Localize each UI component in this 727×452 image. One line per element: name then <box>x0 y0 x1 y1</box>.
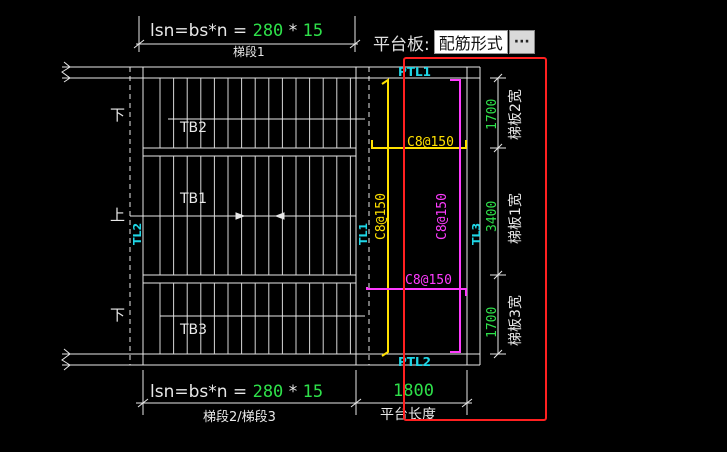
more-options-button[interactable]: ··· <box>508 30 535 54</box>
dim-caption-middle: 梯板1宽 <box>507 193 524 244</box>
top-flight-caption: 梯段1 <box>233 44 265 59</box>
flight-label-tb1: TB1 <box>179 191 207 207</box>
direction-down-bottom: 下 <box>110 306 125 324</box>
direction-up: 上 <box>110 206 125 224</box>
platform-length-value: 1800 <box>393 381 434 401</box>
reinforcement-type-field[interactable]: 配筋形式 <box>433 30 508 54</box>
bottom-formula-text: lsn=bs*n = 280 * 15 <box>150 382 323 402</box>
beam-label-tl2: TL2 <box>131 223 144 245</box>
arrow-right-icon <box>235 212 246 220</box>
top-formula-text: lsn=bs*n = 280 * 15 <box>150 21 323 41</box>
rebar-label-top: C8@150 <box>407 135 454 150</box>
arrow-left-icon <box>274 212 285 220</box>
stair-plan-drawing: lsn=bs*n = 280 * 15 梯段1 下 上 下 TB2 TB1 TB… <box>61 16 547 425</box>
dim-caption-top: 梯板2宽 <box>507 89 524 140</box>
platform-slab-label: 平台板: <box>373 34 430 55</box>
dim-value-top: 1700 <box>485 99 500 130</box>
bottom-flight-caption: 梯段2/梯段3 <box>203 410 276 425</box>
rebar-label-vertical-magenta: C8@150 <box>435 193 450 240</box>
platform-slab-control: 平台板: 配筋形式 ··· <box>373 29 535 55</box>
rebar-label-bottom: C8@150 <box>405 273 452 288</box>
flight-label-tb2: TB2 <box>179 120 207 136</box>
dim-value-middle: 3400 <box>485 201 500 232</box>
beam-label-ptl1: PTL1 <box>398 65 431 79</box>
rebar-label-vertical-yellow: C8@150 <box>374 193 389 240</box>
flight-label-tb3: TB3 <box>179 322 207 338</box>
direction-down-top: 下 <box>110 106 125 124</box>
dim-caption-bottom: 梯板3宽 <box>507 295 524 346</box>
beam-label-tl1: TL1 <box>357 223 370 245</box>
dim-value-bottom: 1700 <box>485 307 500 338</box>
walk-arrows <box>160 118 365 317</box>
beam-label-ptl2: PTL2 <box>398 355 431 369</box>
beam-label-tl3: TL3 <box>470 223 483 245</box>
